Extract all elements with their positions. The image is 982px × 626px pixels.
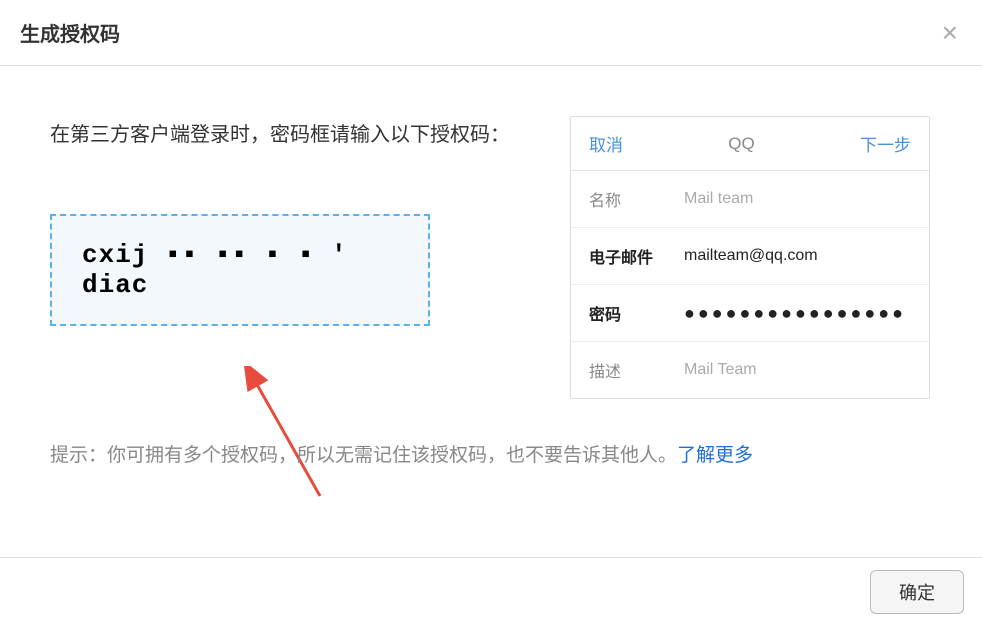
modal-body: 在第三方客户端登录时，密码框请输入以下授权码： cxij ▪▪ ▪▪ ▪ ▪ '… bbox=[0, 66, 982, 557]
left-panel: 在第三方客户端登录时，密码框请输入以下授权码： cxij ▪▪ ▪▪ ▪ ▪ '… bbox=[50, 116, 530, 326]
preview-desc-value: Mail Team bbox=[684, 361, 911, 379]
preview-row-name: 名称 Mail team bbox=[571, 171, 929, 228]
preview-row-email: 电子邮件 mailteam@qq.com bbox=[571, 228, 929, 285]
right-panel: 取消 QQ 下一步 名称 Mail team 电子邮件 mailteam@qq.… bbox=[570, 116, 930, 399]
preview-email-label: 电子邮件 bbox=[589, 244, 684, 268]
preview-cancel-button: 取消 bbox=[589, 131, 623, 156]
preview-row-password: 密码 ●●●●●●●●●●●●●●●● bbox=[571, 285, 929, 342]
modal-title: 生成授权码 bbox=[20, 18, 120, 47]
ok-button[interactable]: 确定 bbox=[870, 570, 964, 614]
preview-desc-label: 描述 bbox=[589, 358, 684, 382]
preview-title: QQ bbox=[728, 134, 754, 154]
instruction-text: 在第三方客户端登录时，密码框请输入以下授权码： bbox=[50, 116, 530, 154]
modal-header: 生成授权码 × bbox=[0, 0, 982, 66]
content-row: 在第三方客户端登录时，密码框请输入以下授权码： cxij ▪▪ ▪▪ ▪ ▪ '… bbox=[50, 116, 932, 399]
preview-header: 取消 QQ 下一步 bbox=[571, 117, 929, 171]
preview-name-label: 名称 bbox=[589, 187, 684, 211]
email-client-preview: 取消 QQ 下一步 名称 Mail team 电子邮件 mailteam@qq.… bbox=[570, 116, 930, 399]
modal-footer: 确定 bbox=[0, 557, 982, 626]
modal-container: 生成授权码 × 在第三方客户端登录时，密码框请输入以下授权码： cxij ▪▪ … bbox=[0, 0, 982, 626]
preview-password-value: ●●●●●●●●●●●●●●●● bbox=[684, 304, 911, 322]
hint-text: 你可拥有多个授权码，所以无需记住该授权码，也不要告诉其他人。 bbox=[107, 445, 677, 466]
preview-name-value: Mail team bbox=[684, 190, 911, 208]
preview-row-desc: 描述 Mail Team bbox=[571, 342, 929, 398]
hint-label: 提示： bbox=[50, 445, 107, 466]
hint-row: 提示：你可拥有多个授权码，所以无需记住该授权码，也不要告诉其他人。了解更多 bbox=[50, 440, 932, 467]
preview-password-label: 密码 bbox=[589, 301, 684, 325]
preview-email-value: mailteam@qq.com bbox=[684, 247, 911, 265]
learn-more-link[interactable]: 了解更多 bbox=[677, 445, 753, 466]
preview-next-button: 下一步 bbox=[860, 131, 911, 156]
close-icon[interactable]: × bbox=[938, 19, 962, 47]
auth-code-box: cxij ▪▪ ▪▪ ▪ ▪ ' diac bbox=[50, 214, 430, 326]
